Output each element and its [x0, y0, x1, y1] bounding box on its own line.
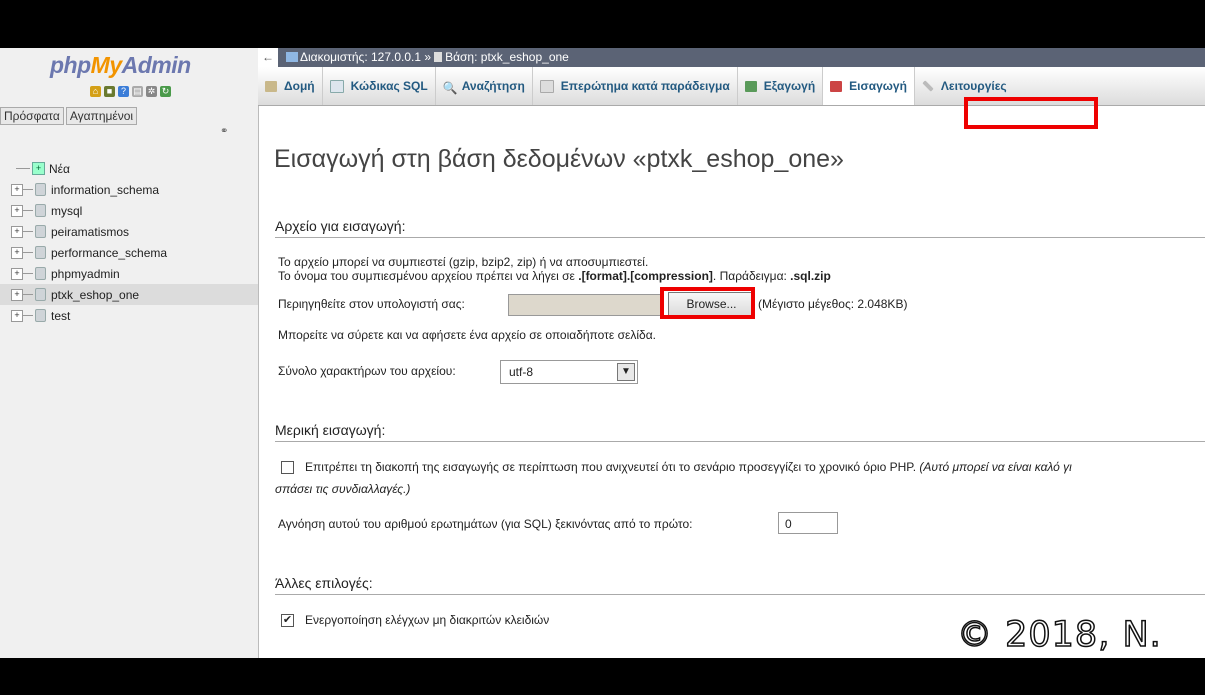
allow-interrupt-label-cont: σπάσει τις συνδιαλλαγές.)	[275, 482, 411, 496]
new-database-icon: +	[32, 162, 45, 175]
tab-export[interactable]: Εξαγωγή	[738, 67, 824, 105]
import-icon	[830, 80, 843, 92]
expand-icon[interactable]: +	[11, 288, 23, 301]
foreign-key-label: Ενεργοποίηση ελέγχων μη διακριτών κλειδι…	[305, 613, 550, 627]
tab-favorites[interactable]: Αγαπημένοι	[65, 107, 138, 125]
top-black-bar	[0, 0, 1205, 48]
expand-icon[interactable]: +	[11, 204, 23, 217]
allow-interrupt-label: Επιτρέπει τη διακοπή της εισαγωγής σε πε…	[305, 460, 1072, 474]
skip-queries-label: Αγνόηση αυτού του αριθμού ερωτημάτων (γι…	[278, 517, 693, 531]
charset-select[interactable]: utf-8 ▼	[500, 360, 638, 384]
tree-connector	[23, 210, 33, 211]
tree-item-label: Νέα	[49, 161, 70, 176]
tab-search[interactable]: 🔍 Αναζήτηση	[436, 67, 533, 105]
database-icon	[35, 309, 46, 322]
tree-item-label: mysql	[51, 203, 83, 218]
quick-links: ⌂ ■ ? ▤ ✲ ↻	[90, 86, 171, 97]
database-icon	[35, 246, 46, 259]
browse-button-highlight	[660, 287, 755, 319]
database-icon	[35, 204, 46, 217]
home-icon[interactable]: ⌂	[90, 86, 101, 97]
max-size-note: (Μέγιστο μέγεθος: 2.048KB)	[758, 297, 908, 311]
skip-queries-input[interactable]: 0	[778, 512, 838, 534]
bottom-black-bar	[0, 658, 1205, 691]
tab-sql[interactable]: Κώδικας SQL	[323, 67, 436, 105]
tree-item-performance-schema[interactable]: + performance_schema	[0, 242, 258, 263]
database-icon	[35, 183, 46, 196]
page-title: Εισαγωγή στη βάση δεδομένων «ptxk_eshop_…	[274, 145, 844, 173]
server-icon	[286, 52, 298, 62]
chevron-down-icon[interactable]: ▼	[617, 363, 635, 381]
tree-item-test[interactable]: + test	[0, 305, 258, 326]
tree-connector	[23, 189, 33, 190]
browse-label: Περιηγηθείτε στον υπολογιστή σας:	[278, 297, 465, 311]
expand-icon[interactable]: +	[11, 267, 23, 280]
tree-item-mysql[interactable]: + mysql	[0, 200, 258, 221]
compress-name-note: Το όνομα του συμπιεσμένου αρχείου πρέπει…	[278, 269, 831, 283]
expand-icon[interactable]: +	[11, 183, 23, 196]
tree-item-information-schema[interactable]: + information_schema	[0, 179, 258, 200]
allow-interrupt-checkbox[interactable]	[281, 461, 294, 474]
phpmyadmin-logo[interactable]: phpMyAdmin	[50, 52, 191, 79]
reload-icon[interactable]: ↻	[160, 86, 171, 97]
database-icon	[35, 267, 46, 280]
tree-item-label: ptxk_eshop_one	[51, 287, 140, 302]
tree-item-new[interactable]: + Νέα	[0, 158, 258, 179]
tree-item-phpmyadmin[interactable]: + phpmyadmin	[0, 263, 258, 284]
breadcrumb: ← Διακομιστής: 127.0.0.1 » Βάση: ptxk_esho…	[258, 48, 1205, 67]
tree-item-ptxk-eshop-one[interactable]: + ptxk_eshop_one	[0, 284, 258, 305]
compress-note: Το αρχείο μπορεί να συμπιεστεί (gzip, bz…	[278, 255, 649, 269]
other-options-title: Άλλες επιλογές:	[275, 575, 1205, 595]
charset-label: Σύνολο χαρακτήρων του αρχείου:	[278, 364, 456, 378]
database-icon	[35, 288, 46, 301]
tree-connector	[23, 231, 33, 232]
tab-structure[interactable]: Δομή	[258, 67, 323, 105]
tree-item-peiramatismos[interactable]: + peiramatismos	[0, 221, 258, 242]
sql-icon	[329, 79, 344, 93]
drag-drop-note: Μπορείτε να σύρετε και να αφήσετε ένα αρ…	[278, 328, 656, 342]
partial-section-title: Μερική εισαγωγή:	[275, 422, 1205, 442]
tree-item-label: phpmyadmin	[51, 266, 120, 281]
browser-viewport: phpMyAdmin ⌂ ■ ? ▤ ✲ ↻ Πρόσφατα Αγαπημέν…	[0, 48, 1205, 658]
tree-connector	[23, 294, 33, 295]
collapse-panel-icon[interactable]: ←	[258, 48, 278, 67]
tree-connector	[23, 252, 33, 253]
tree-item-label: test	[51, 308, 71, 323]
tree-connector	[16, 168, 30, 169]
search-icon: 🔍	[442, 80, 458, 95]
tab-recent[interactable]: Πρόσφατα	[0, 107, 64, 125]
database-icon	[35, 225, 46, 238]
database-tree: + Νέα + information_schema + mysql + pei…	[0, 158, 258, 326]
link-with-main-icon[interactable]: ⚭	[220, 126, 228, 137]
tab-import[interactable]: Εισαγωγή	[823, 67, 915, 105]
wrench-icon	[922, 80, 934, 92]
tree-connector	[23, 273, 33, 274]
help-icon[interactable]: ?	[118, 86, 129, 97]
expand-icon[interactable]: +	[11, 225, 23, 238]
settings-icon[interactable]: ✲	[146, 86, 157, 97]
import-tab-highlight	[964, 97, 1098, 129]
logout-icon[interactable]: ■	[104, 86, 115, 97]
tree-item-label: information_schema	[51, 182, 160, 197]
tree-item-label: peiramatismos	[51, 224, 130, 239]
export-icon	[744, 80, 757, 92]
database-icon	[434, 52, 443, 62]
breadcrumb-server[interactable]: Διακομιστής: 127.0.0.1	[300, 50, 421, 64]
recent-favorites-tabs: Πρόσφατα Αγαπημένοι	[0, 107, 139, 125]
expand-icon[interactable]: +	[11, 309, 23, 322]
file-section-title: Αρχείο για εισαγωγή:	[275, 218, 1205, 238]
expand-icon[interactable]: +	[11, 246, 23, 259]
file-path-field[interactable]	[508, 294, 662, 316]
tab-query[interactable]: Επερώτημα κατά παράδειγμα	[533, 67, 738, 105]
navigation-panel: phpMyAdmin ⌂ ■ ? ▤ ✲ ↻ Πρόσφατα Αγαπημέν…	[0, 48, 259, 658]
breadcrumb-separator: »	[424, 50, 432, 64]
tree-item-label: performance_schema	[51, 245, 168, 260]
query-icon	[539, 79, 554, 93]
breadcrumb-database[interactable]: Βάση: ptxk_eshop_one	[445, 50, 569, 64]
tree-connector	[23, 315, 33, 316]
charset-value: utf-8	[509, 365, 534, 379]
docs-icon[interactable]: ▤	[132, 86, 143, 97]
foreign-key-checkbox[interactable]: ✔	[281, 614, 294, 627]
structure-icon	[265, 80, 277, 92]
